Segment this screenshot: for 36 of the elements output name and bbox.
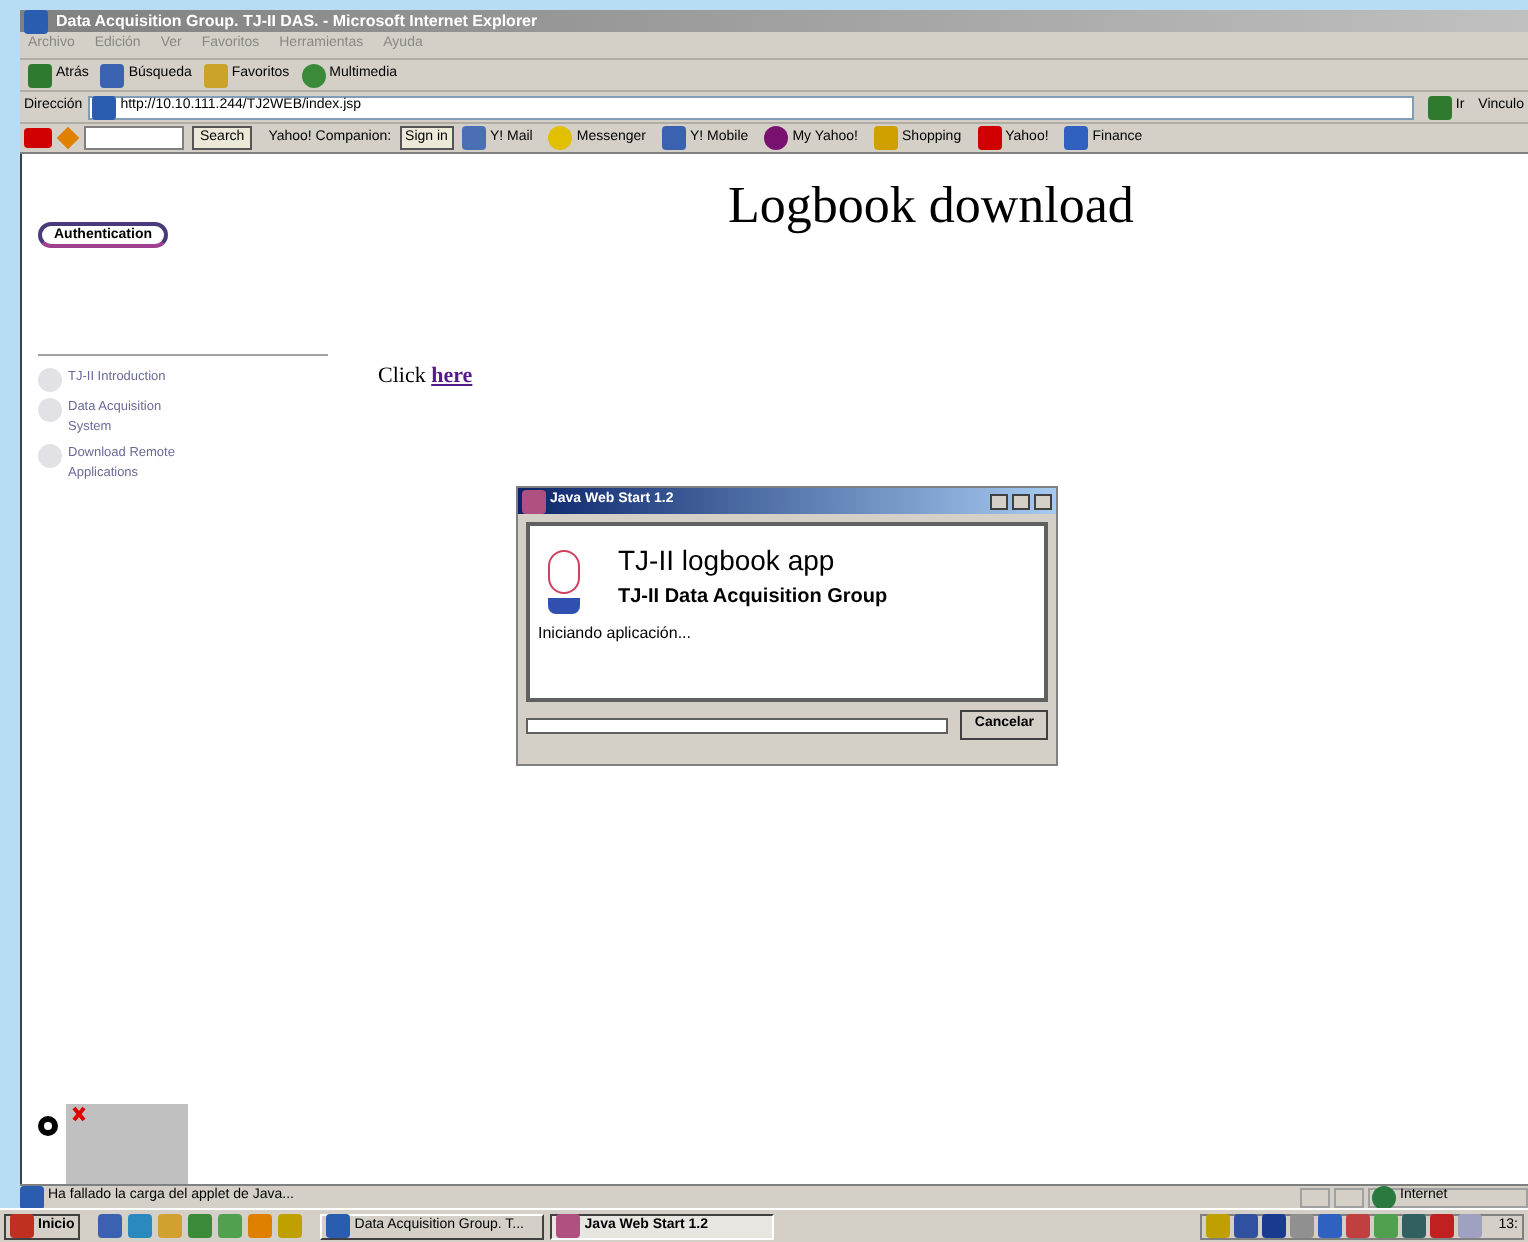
tray-icon: [1402, 1214, 1427, 1238]
tray-icon: [1430, 1214, 1455, 1238]
quick-launch-icon: [98, 1214, 123, 1238]
tray-icon: [1262, 1214, 1287, 1238]
here-link[interactable]: here: [431, 364, 473, 388]
tray-icon: [1234, 1214, 1259, 1238]
tray-icon: [1318, 1214, 1343, 1238]
error-x-icon: [72, 1106, 86, 1122]
status-panel: [1300, 1187, 1330, 1207]
loading-icon: [38, 1116, 58, 1136]
link-icon: [874, 126, 899, 150]
app-title: TJ-II logbook app: [618, 542, 837, 578]
quick-launch-icon: [188, 1214, 213, 1238]
quick-launch-icon: [248, 1214, 273, 1238]
tray-icon: [1206, 1214, 1231, 1238]
link-icon: [548, 126, 573, 150]
link-icon: [1064, 126, 1089, 150]
quick-launch-icon: [278, 1214, 303, 1238]
link-icon: [764, 126, 789, 150]
quick-launch-icon: [128, 1214, 153, 1238]
app-vendor: TJ-II Data Acquisition Group: [618, 584, 888, 612]
link-icon: [461, 126, 486, 150]
click-here-text: Click here: [378, 362, 475, 392]
link-icon: [977, 126, 1002, 150]
quick-launch-icon: [158, 1214, 183, 1238]
page-heading: Logbook download: [728, 176, 1136, 236]
tray-icon: [1290, 1214, 1315, 1238]
link-icon: [662, 126, 686, 150]
quick-launch-icon: [218, 1214, 243, 1238]
status-panel: [1334, 1187, 1364, 1207]
tray-icon: [1458, 1214, 1483, 1238]
tray-icon: [1346, 1214, 1371, 1238]
search-field[interactable]: [84, 126, 184, 150]
status-text: Iniciando aplicación...: [538, 622, 693, 646]
window-title: Data Acquisition Group. TJ-II DAS. - Microsoft Internet Explorer: [56, 9, 538, 33]
tray-icon: [1374, 1214, 1399, 1238]
